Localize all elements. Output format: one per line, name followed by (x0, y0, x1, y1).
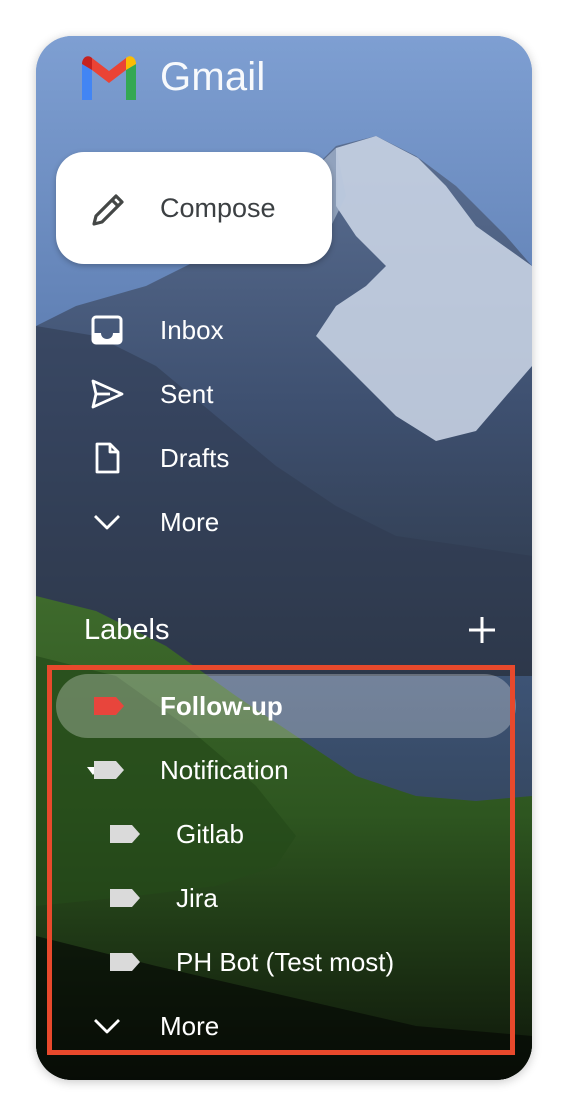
label-tag-icon (110, 889, 140, 907)
label-tag-icon (110, 953, 140, 971)
label-item-text: Follow-up (160, 691, 283, 721)
nav-item-more[interactable]: More (36, 494, 516, 550)
label-item-jira[interactable]: Jira (56, 866, 516, 930)
label-item-text: PH Bot (Test most) (176, 947, 395, 977)
labels-more-label: More (160, 1011, 220, 1041)
plus-icon[interactable] (466, 614, 498, 646)
label-tag-icon (94, 697, 124, 715)
compose-label: Compose (160, 193, 276, 223)
gmail-wordmark: Gmail (160, 55, 266, 99)
gmail-sidebar-panel: Gmail Compose Inbox Sent Drafts More Lab… (36, 36, 532, 1080)
compose-button[interactable]: Compose (56, 152, 332, 264)
send-icon (91, 379, 124, 409)
nav-item-label: More (160, 507, 220, 537)
label-item-follow-up[interactable]: Follow-up (56, 674, 516, 738)
nav-item-sent[interactable]: Sent (36, 366, 516, 422)
pencil-icon (92, 194, 124, 226)
label-tag-icon (110, 825, 140, 843)
chevron-down-icon (94, 515, 120, 530)
labels-heading: Labels (84, 614, 170, 646)
inbox-icon (91, 315, 123, 345)
label-item-ph-bot[interactable]: PH Bot (Test most) (56, 930, 516, 994)
labels-more-button[interactable]: More (36, 998, 516, 1054)
nav-item-label: Sent (160, 379, 214, 409)
nav-item-label: Drafts (160, 443, 230, 473)
nav-item-label: Inbox (160, 315, 224, 345)
label-item-text: Gitlab (176, 819, 244, 849)
label-item-gitlab[interactable]: Gitlab (56, 802, 516, 866)
draft-document-icon (95, 442, 120, 474)
nav-item-drafts[interactable]: Drafts (36, 430, 516, 486)
gmail-logo-icon (82, 56, 136, 100)
label-item-text: Notification (160, 755, 289, 785)
label-item-text: Jira (176, 883, 218, 913)
nav-item-inbox[interactable]: Inbox (36, 302, 516, 358)
label-tag-icon (94, 761, 124, 779)
label-item-notification[interactable]: Notification (56, 738, 516, 802)
chevron-down-icon (94, 1019, 120, 1034)
